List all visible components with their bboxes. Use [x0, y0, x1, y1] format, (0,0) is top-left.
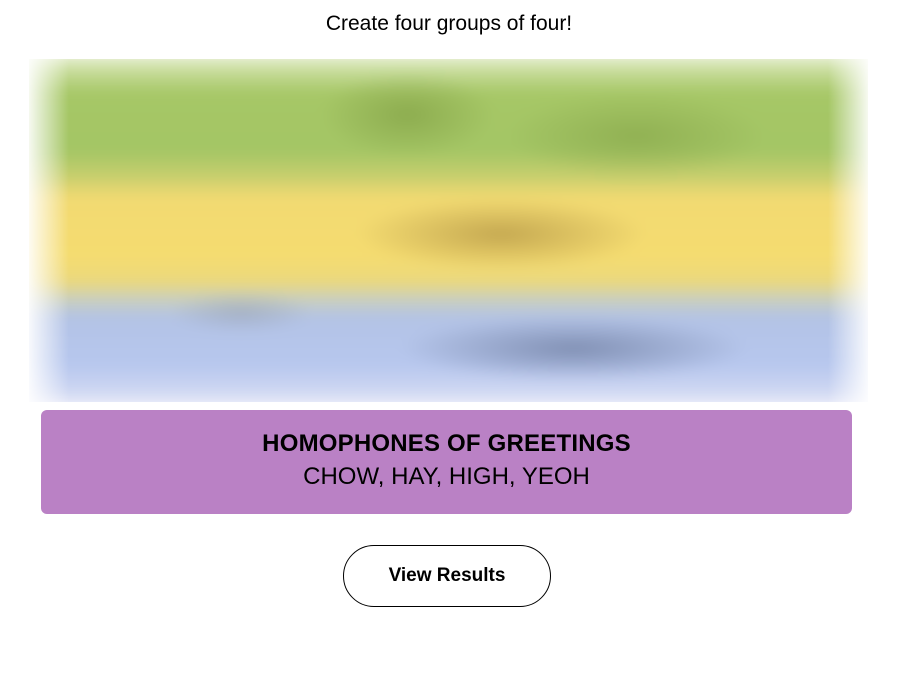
solved-group-title: HOMOPHONES OF GREETINGS — [262, 430, 631, 457]
game-instructions: Create four groups of four! — [325, 12, 573, 35]
solved-group-card: HOMOPHONES OF GREETINGS CHOW, HAY, HIGH,… — [41, 410, 852, 514]
blurred-board-edge-fade — [29, 59, 868, 402]
blurred-solved-groups-board — [29, 59, 868, 402]
connections-game-page: Create four groups of four! HOMOPHONES O… — [0, 0, 898, 678]
view-results-button[interactable]: View Results — [343, 545, 551, 607]
solved-group-words: CHOW, HAY, HIGH, YEOH — [303, 463, 590, 490]
